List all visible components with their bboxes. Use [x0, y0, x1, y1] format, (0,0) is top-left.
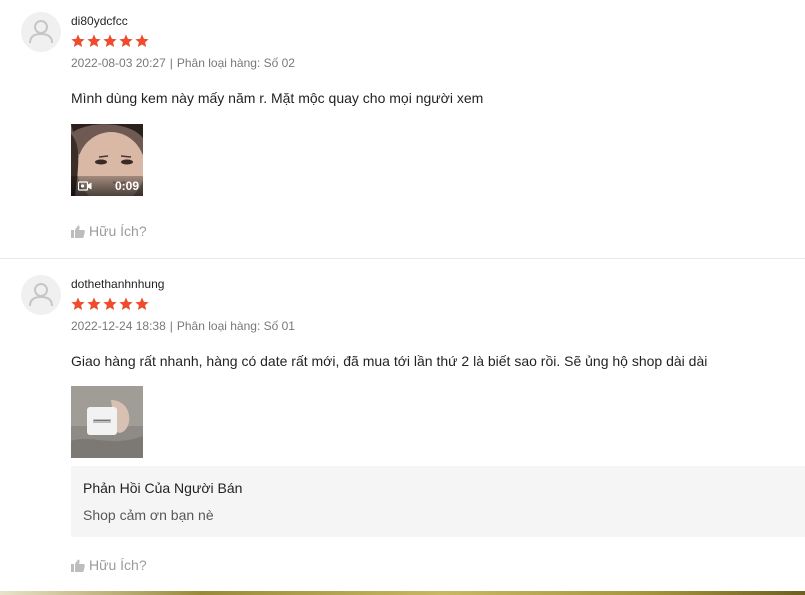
- review-video-thumbnail[interactable]: 0:09: [71, 124, 143, 196]
- avatar[interactable]: [21, 12, 61, 52]
- star-icon: [135, 34, 149, 47]
- meta-separator: |: [169, 56, 173, 70]
- review-meta: 2022-08-03 20:27 | Phân loại hàng: Số 02: [71, 56, 805, 70]
- review-username[interactable]: dothethanhnhung: [71, 277, 805, 291]
- seller-reply-title: Phản Hồi Của Người Bán: [83, 480, 243, 496]
- star-icon: [103, 34, 117, 47]
- rating-stars: [71, 297, 805, 311]
- user-placeholder-icon: [29, 20, 53, 44]
- helpful-button[interactable]: Hữu Ích?: [71, 223, 147, 239]
- helpful-button[interactable]: Hữu Ích?: [71, 557, 147, 573]
- star-icon: [135, 297, 149, 310]
- video-camera-icon: [78, 181, 92, 191]
- review-date: 2022-12-24 18:38: [71, 319, 166, 333]
- helpful-label: Hữu Ích?: [89, 223, 147, 239]
- star-icon: [71, 34, 85, 47]
- video-overlay-bar: 0:09: [71, 176, 143, 196]
- review-item: dothethanhnhung 2022-12-24 18:38 | Phân lo…: [0, 258, 805, 592]
- review-comment: Mình dùng kem này mấy năm r. Mặt mộc qua…: [71, 90, 484, 106]
- star-icon: [103, 297, 117, 310]
- rating-stars: [71, 34, 805, 48]
- product-photo-image: [71, 386, 143, 458]
- star-icon: [87, 34, 101, 47]
- review-image-thumbnail[interactable]: [71, 386, 143, 458]
- meta-separator: |: [169, 319, 173, 333]
- review-meta: 2022-12-24 18:38 | Phân loại hàng: Số 01: [71, 319, 805, 333]
- star-icon: [119, 297, 133, 310]
- review-variation: Phân loại hàng: Số 01: [176, 319, 295, 333]
- avatar[interactable]: [21, 275, 61, 315]
- review-username[interactable]: di80ydcfcc: [71, 14, 805, 28]
- user-placeholder-icon: [29, 283, 53, 307]
- seller-reply: Phản Hồi Của Người Bán Shop cảm ơn bạn n…: [71, 466, 805, 537]
- review-variation: Phân loại hàng: Số 02: [176, 56, 295, 70]
- next-section-edge: [0, 591, 805, 595]
- seller-reply-text: Shop cảm ơn bạn nè: [83, 507, 214, 523]
- star-icon: [71, 297, 85, 310]
- star-icon: [87, 297, 101, 310]
- review-date: 2022-08-03 20:27: [71, 56, 166, 70]
- star-icon: [119, 34, 133, 47]
- video-duration: 0:09: [114, 179, 139, 193]
- review-comment: Giao hàng rất nhanh, hàng có date rất mớ…: [71, 353, 708, 369]
- thumbs-up-icon: [71, 225, 85, 238]
- helpful-label: Hữu Ích?: [89, 557, 147, 573]
- review-item: di80ydcfcc 2022-08-03 20:27 | Phân loại hà…: [0, 0, 805, 258]
- thumbs-up-icon: [71, 559, 85, 572]
